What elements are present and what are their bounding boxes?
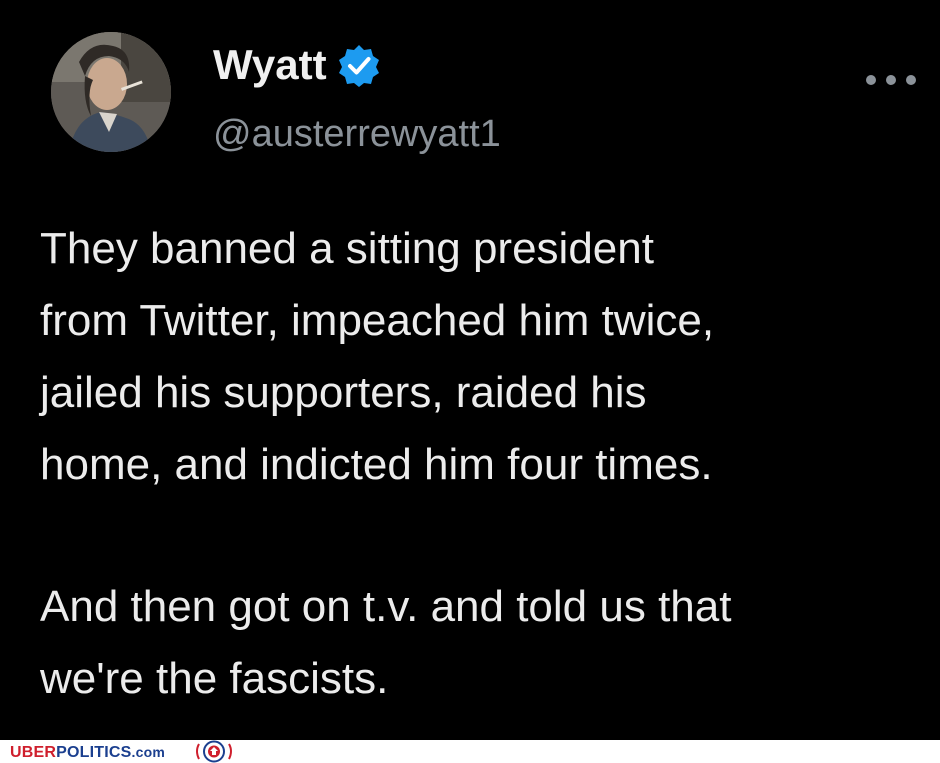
avatar[interactable] [51, 32, 171, 152]
tweet-line: we're the fascists. [40, 654, 389, 703]
tweet-line: And then got on t.v. and told us that [40, 582, 732, 631]
tweet-line: jailed his supporters, raided his [40, 368, 647, 417]
tweet-line: from Twitter, impeached him twice, [40, 296, 715, 345]
avatar-photo [51, 32, 171, 152]
user-handle[interactable]: @austerrewyatt1 [213, 112, 501, 156]
tweet-line: home, and indicted him four times. [40, 440, 713, 489]
name-row: Wyatt [213, 40, 381, 90]
more-dot [886, 75, 896, 85]
tweet-text: They banned a sitting president from Twi… [40, 213, 930, 715]
tweet-paragraph: And then got on t.v. and told us that we… [40, 571, 930, 715]
watermark-bar: UBERPOLITICS.com [0, 740, 940, 763]
tweet-paragraph: They banned a sitting president from Twi… [40, 213, 930, 501]
watermark-uber: UBER [10, 744, 57, 761]
display-name[interactable]: Wyatt [213, 40, 327, 90]
verified-badge-icon [338, 45, 379, 87]
watermark-dotcom: .com [131, 744, 166, 760]
shield-logo-icon [196, 740, 232, 763]
more-dot [906, 75, 916, 85]
more-dot [866, 75, 876, 85]
watermark-text[interactable]: UBERPOLITICS.com [10, 742, 165, 763]
tweet-card: Wyatt @austerrewyatt1 They banned a sitt… [0, 0, 940, 740]
tweet-line: They banned a sitting president [40, 224, 654, 273]
more-dots-icon[interactable] [866, 73, 916, 87]
watermark-politics: POLITICS [56, 744, 132, 761]
